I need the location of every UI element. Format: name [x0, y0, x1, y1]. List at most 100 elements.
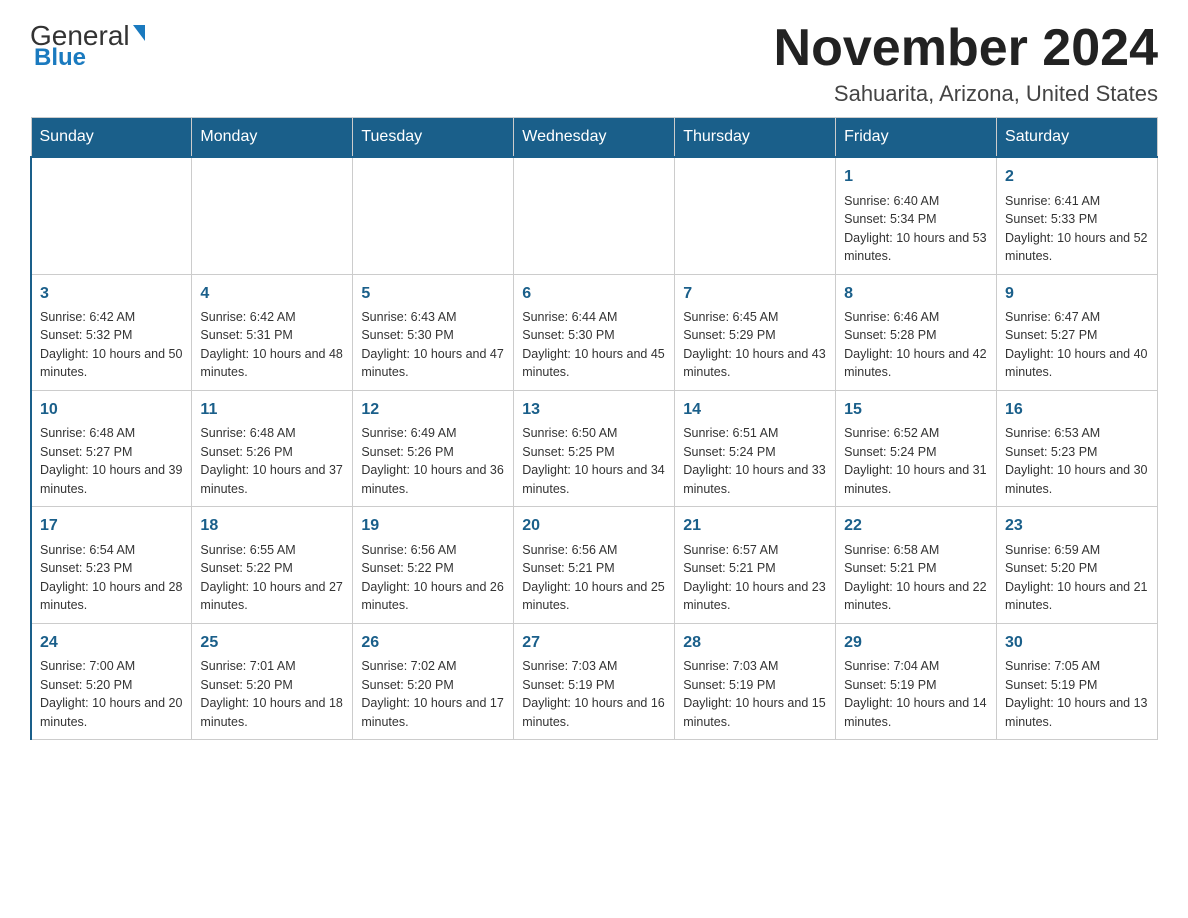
logo-blue-text: Blue	[30, 44, 86, 72]
day-info: Sunrise: 7:00 AM Sunset: 5:20 PM Dayligh…	[40, 659, 182, 729]
day-info: Sunrise: 6:41 AM Sunset: 5:33 PM Dayligh…	[1005, 194, 1147, 264]
day-number: 28	[683, 632, 827, 654]
day-info: Sunrise: 6:40 AM Sunset: 5:34 PM Dayligh…	[844, 194, 986, 264]
calendar-week-row: 3 Sunrise: 6:42 AM Sunset: 5:32 PM Daylig…	[31, 274, 1158, 390]
day-info: Sunrise: 6:56 AM Sunset: 5:22 PM Dayligh…	[361, 543, 503, 613]
day-info: Sunrise: 6:45 AM Sunset: 5:29 PM Dayligh…	[683, 310, 825, 380]
day-info: Sunrise: 6:58 AM Sunset: 5:21 PM Dayligh…	[844, 543, 986, 613]
calendar-day-header-thursday: Thursday	[675, 118, 836, 158]
day-info: Sunrise: 6:55 AM Sunset: 5:22 PM Dayligh…	[200, 543, 342, 613]
calendar-cell: 20 Sunrise: 6:56 AM Sunset: 5:21 PM Dayli…	[514, 507, 675, 623]
day-info: Sunrise: 6:50 AM Sunset: 5:25 PM Dayligh…	[522, 426, 664, 496]
day-info: Sunrise: 6:42 AM Sunset: 5:31 PM Dayligh…	[200, 310, 342, 380]
logo: General Blue	[30, 20, 145, 72]
day-number: 26	[361, 632, 505, 654]
calendar-cell: 3 Sunrise: 6:42 AM Sunset: 5:32 PM Daylig…	[31, 274, 192, 390]
day-number: 14	[683, 399, 827, 421]
day-info: Sunrise: 6:43 AM Sunset: 5:30 PM Dayligh…	[361, 310, 503, 380]
calendar-day-header-sunday: Sunday	[31, 118, 192, 158]
day-number: 5	[361, 283, 505, 305]
day-number: 30	[1005, 632, 1149, 654]
day-number: 7	[683, 283, 827, 305]
calendar-cell: 27 Sunrise: 7:03 AM Sunset: 5:19 PM Dayli…	[514, 623, 675, 739]
day-number: 27	[522, 632, 666, 654]
day-number: 20	[522, 515, 666, 537]
day-info: Sunrise: 6:52 AM Sunset: 5:24 PM Dayligh…	[844, 426, 986, 496]
day-number: 4	[200, 283, 344, 305]
calendar-cell: 8 Sunrise: 6:46 AM Sunset: 5:28 PM Daylig…	[836, 274, 997, 390]
calendar-cell: 4 Sunrise: 6:42 AM Sunset: 5:31 PM Daylig…	[192, 274, 353, 390]
day-info: Sunrise: 6:47 AM Sunset: 5:27 PM Dayligh…	[1005, 310, 1147, 380]
calendar-cell: 5 Sunrise: 6:43 AM Sunset: 5:30 PM Daylig…	[353, 274, 514, 390]
calendar-cell: 29Sunrise: 7:04 AM Sunset: 5:19 PM Dayli…	[836, 623, 997, 739]
day-number: 24	[40, 632, 183, 654]
calendar-cell: 25Sunrise: 7:01 AM Sunset: 5:20 PM Dayli…	[192, 623, 353, 739]
calendar-cell: 26 Sunrise: 7:02 AM Sunset: 5:20 PM Dayli…	[353, 623, 514, 739]
calendar-cell: 12 Sunrise: 6:49 AM Sunset: 5:26 PM Dayli…	[353, 390, 514, 506]
day-number: 29	[844, 632, 988, 654]
day-info: Sunrise: 7:02 AM Sunset: 5:20 PM Dayligh…	[361, 659, 503, 729]
calendar-cell: 6 Sunrise: 6:44 AM Sunset: 5:30 PM Daylig…	[514, 274, 675, 390]
day-number: 15	[844, 399, 988, 421]
calendar-week-row: 10 Sunrise: 6:48 AM Sunset: 5:27 PM Dayli…	[31, 390, 1158, 506]
day-info: Sunrise: 6:42 AM Sunset: 5:32 PM Dayligh…	[40, 310, 182, 380]
calendar-cell: 14Sunrise: 6:51 AM Sunset: 5:24 PM Dayli…	[675, 390, 836, 506]
calendar-cell: 24 Sunrise: 7:00 AM Sunset: 5:20 PM Dayli…	[31, 623, 192, 739]
calendar-day-header-saturday: Saturday	[997, 118, 1158, 158]
day-number: 9	[1005, 283, 1149, 305]
calendar-week-row: 1 Sunrise: 6:40 AM Sunset: 5:34 PM Daylig…	[31, 157, 1158, 274]
day-info: Sunrise: 6:54 AM Sunset: 5:23 PM Dayligh…	[40, 543, 182, 613]
day-number: 12	[361, 399, 505, 421]
day-info: Sunrise: 6:46 AM Sunset: 5:28 PM Dayligh…	[844, 310, 986, 380]
day-number: 17	[40, 515, 183, 537]
calendar-cell: 23 Sunrise: 6:59 AM Sunset: 5:20 PM Dayli…	[997, 507, 1158, 623]
calendar-cell: 22 Sunrise: 6:58 AM Sunset: 5:21 PM Dayli…	[836, 507, 997, 623]
calendar-cell: 30 Sunrise: 7:05 AM Sunset: 5:19 PM Dayli…	[997, 623, 1158, 739]
calendar-cell	[192, 157, 353, 274]
calendar-cell	[514, 157, 675, 274]
calendar-cell: 10 Sunrise: 6:48 AM Sunset: 5:27 PM Dayli…	[31, 390, 192, 506]
page-header: General Blue November 2024 Sahuarita, Ar…	[30, 20, 1158, 107]
calendar-table: SundayMondayTuesdayWednesdayThursdayFrid…	[30, 117, 1158, 740]
day-info: Sunrise: 6:59 AM Sunset: 5:20 PM Dayligh…	[1005, 543, 1147, 613]
day-info: Sunrise: 6:49 AM Sunset: 5:26 PM Dayligh…	[361, 426, 503, 496]
day-number: 3	[40, 283, 183, 305]
calendar-day-header-wednesday: Wednesday	[514, 118, 675, 158]
calendar-day-header-monday: Monday	[192, 118, 353, 158]
day-info: Sunrise: 6:56 AM Sunset: 5:21 PM Dayligh…	[522, 543, 664, 613]
calendar-header-row: SundayMondayTuesdayWednesdayThursdayFrid…	[31, 118, 1158, 158]
calendar-cell: 2 Sunrise: 6:41 AM Sunset: 5:33 PM Daylig…	[997, 157, 1158, 274]
calendar-cell: 11 Sunrise: 6:48 AM Sunset: 5:26 PM Dayli…	[192, 390, 353, 506]
calendar-cell: 16Sunrise: 6:53 AM Sunset: 5:23 PM Dayli…	[997, 390, 1158, 506]
day-number: 2	[1005, 166, 1149, 188]
page-title: November 2024	[774, 20, 1158, 77]
calendar-cell: 15 Sunrise: 6:52 AM Sunset: 5:24 PM Dayli…	[836, 390, 997, 506]
calendar-week-row: 17 Sunrise: 6:54 AM Sunset: 5:23 PM Dayli…	[31, 507, 1158, 623]
day-info: Sunrise: 6:48 AM Sunset: 5:27 PM Dayligh…	[40, 426, 182, 496]
day-number: 23	[1005, 515, 1149, 537]
day-info: Sunrise: 7:03 AM Sunset: 5:19 PM Dayligh…	[522, 659, 664, 729]
day-info: Sunrise: 6:57 AM Sunset: 5:21 PM Dayligh…	[683, 543, 825, 613]
calendar-day-header-tuesday: Tuesday	[353, 118, 514, 158]
day-info: Sunrise: 7:05 AM Sunset: 5:19 PM Dayligh…	[1005, 659, 1147, 729]
day-number: 6	[522, 283, 666, 305]
day-number: 11	[200, 399, 344, 421]
day-number: 1	[844, 166, 988, 188]
day-number: 21	[683, 515, 827, 537]
calendar-cell: 19 Sunrise: 6:56 AM Sunset: 5:22 PM Dayli…	[353, 507, 514, 623]
day-info: Sunrise: 6:53 AM Sunset: 5:23 PM Dayligh…	[1005, 426, 1147, 496]
page-subtitle: Sahuarita, Arizona, United States	[774, 81, 1158, 107]
calendar-cell	[675, 157, 836, 274]
calendar-cell: 21 Sunrise: 6:57 AM Sunset: 5:21 PM Dayli…	[675, 507, 836, 623]
day-number: 8	[844, 283, 988, 305]
day-number: 18	[200, 515, 344, 537]
day-info: Sunrise: 6:44 AM Sunset: 5:30 PM Dayligh…	[522, 310, 664, 380]
day-info: Sunrise: 7:03 AM Sunset: 5:19 PM Dayligh…	[683, 659, 825, 729]
calendar-body: 1 Sunrise: 6:40 AM Sunset: 5:34 PM Daylig…	[31, 157, 1158, 739]
day-number: 22	[844, 515, 988, 537]
day-number: 10	[40, 399, 183, 421]
title-area: November 2024 Sahuarita, Arizona, United…	[774, 20, 1158, 107]
day-number: 13	[522, 399, 666, 421]
day-number: 19	[361, 515, 505, 537]
day-info: Sunrise: 6:48 AM Sunset: 5:26 PM Dayligh…	[200, 426, 342, 496]
